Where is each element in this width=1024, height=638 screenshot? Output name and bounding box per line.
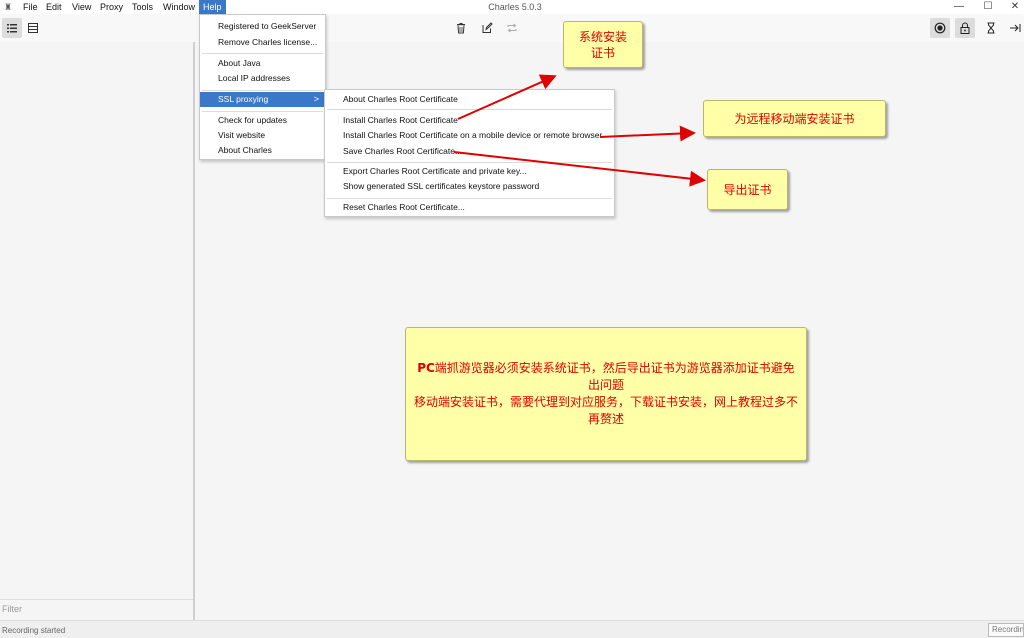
menu-file[interactable]: File [20,0,41,14]
ssl-proxying-label: SSL proxying [218,94,269,104]
registered-to-item[interactable]: Registered to GeekServer [200,19,325,34]
annotation-summary-note: PC端抓游览器必须安装系统证书，然后导出证书为游览器添加证书避免出问题 移动端安… [405,327,807,461]
menu-separator [327,162,612,163]
annotation-system-install: 系统安装 证书 [563,21,643,68]
menu-separator [202,53,323,54]
arrow-to-line-icon [1010,24,1021,32]
edit-pencil-icon [482,22,493,33]
summary-body: 端抓游览器必须安装系统证书，然后导出证书为游览器添加证书避免出问题 移动端安装证… [414,361,799,426]
filter-divider [0,599,193,600]
throttling-button[interactable] [981,18,1001,38]
chevron-right-icon: > [313,94,319,104]
trash-icon [457,23,465,34]
about-charles-item[interactable]: About Charles [200,143,325,158]
about-root-certificate-item[interactable]: About Charles Root Certificate [325,92,614,107]
minimize-button[interactable]: — [946,0,972,14]
status-bar: Recording started Recording [0,620,1024,638]
save-root-certificate-item[interactable]: Save Charles Root Certificate... [325,144,614,159]
repeat-icon [507,23,517,33]
structure-tree-pane[interactable] [0,42,193,620]
repeat-button[interactable] [502,18,522,38]
local-ip-item[interactable]: Local IP addresses [200,71,325,86]
check-updates-item[interactable]: Check for updates [200,113,325,128]
menu-separator [202,90,323,91]
structure-list-icon [7,24,17,33]
summary-pc-prefix: PC [417,361,435,375]
hourglass-icon [987,22,995,34]
install-root-certificate-item[interactable]: Install Charles Root Certificate [325,113,614,128]
ssl-proxying-submenu: About Charles Root Certificate Install C… [324,89,615,217]
remove-license-item[interactable]: Remove Charles license... [200,35,325,50]
help-menu-dropdown: Registered to GeekServer Remove Charles … [199,14,326,160]
filter-input[interactable]: Filter [2,604,22,614]
record-toggle-button[interactable] [930,18,950,38]
menu-view[interactable]: View [69,0,94,14]
install-on-mobile-item[interactable]: Install Charles Root Certificate on a mo… [325,128,614,143]
ssl-proxying-item[interactable]: SSL proxying > [200,92,325,107]
record-icon [934,22,946,34]
status-text: Recording started [2,626,66,635]
title-bar: ♜ File Edit View Proxy Tools Window Help… [0,0,1024,14]
menu-separator [202,111,323,112]
close-button[interactable]: ✕ [1002,0,1024,14]
export-certificate-key-item[interactable]: Export Charles Root Certificate and priv… [325,164,614,179]
menu-edit[interactable]: Edit [43,0,65,14]
charles-app-icon[interactable]: ♜ [3,1,13,13]
menu-separator [327,198,612,199]
sequence-table-icon [28,23,38,33]
structure-view-button[interactable] [2,18,22,38]
menu-proxy[interactable]: Proxy [97,0,126,14]
breakpoints-button[interactable] [1006,18,1024,38]
recording-status-button[interactable]: Recording [988,623,1024,637]
reset-root-certificate-item[interactable]: Reset Charles Root Certificate... [325,200,614,215]
clear-session-button[interactable] [451,18,471,38]
about-java-item[interactable]: About Java [200,56,325,71]
window-title: Charles 5.0.3 [488,2,542,12]
annotation-export: 导出证书 [707,169,788,210]
ssl-proxying-toggle-button[interactable] [955,18,975,38]
menu-tools[interactable]: Tools [129,0,156,14]
compose-button[interactable] [477,18,497,38]
menu-help[interactable]: Help [199,0,226,14]
menu-window[interactable]: Window [160,0,198,14]
visit-website-item[interactable]: Visit website [200,128,325,143]
show-keystore-password-item[interactable]: Show generated SSL certificates keystore… [325,179,614,194]
maximize-button[interactable]: ☐ [975,0,1001,14]
annotation-remote-install: 为远程移动端安装证书 [703,100,886,137]
toolbar [0,14,1024,42]
summary-text: PC端抓游览器必须安装系统证书，然后导出证书为游览器添加证书避免出问题 移动端安… [414,360,798,428]
sequence-view-button[interactable] [23,18,43,38]
lock-icon [960,22,970,34]
menu-separator [327,109,612,110]
